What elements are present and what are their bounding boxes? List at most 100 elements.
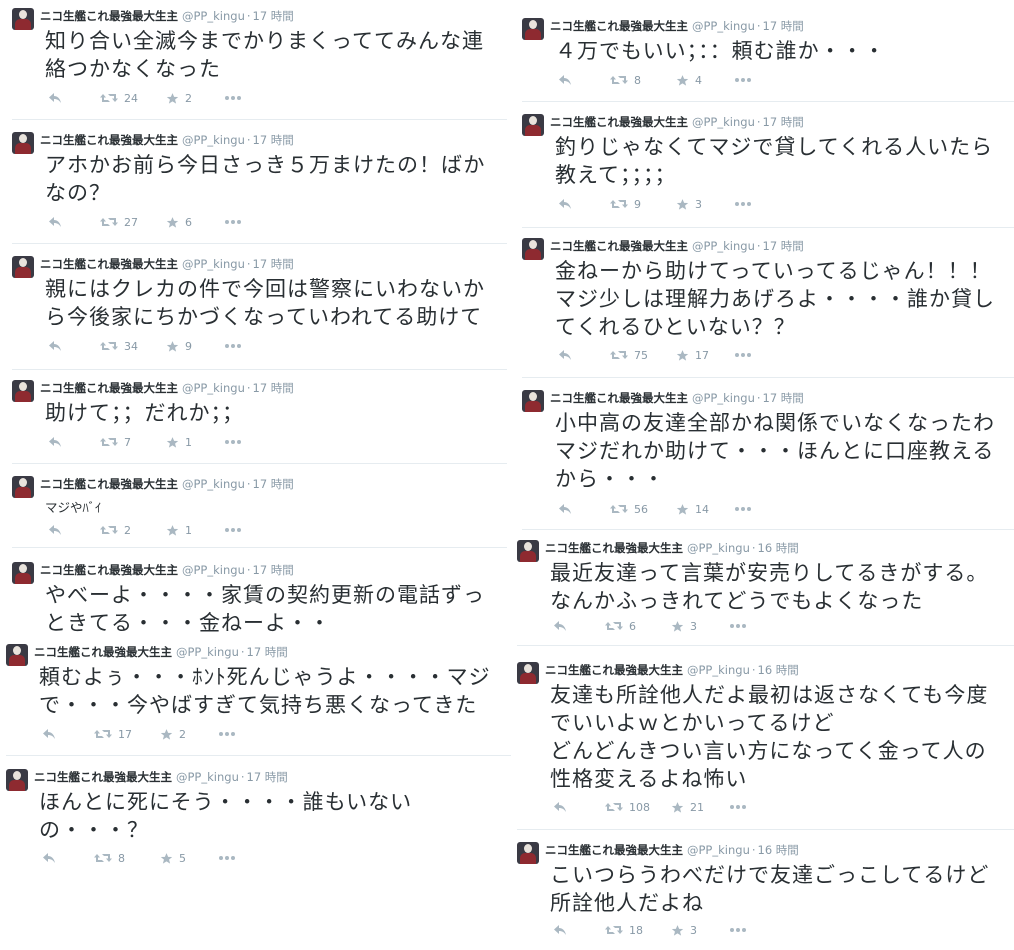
tweet[interactable]: ニコ生艦これ最強最大生主 @PP_kingu · 17 時間 ４万でもいい；：：頼む誰… [522,14,1014,102]
favorite-button[interactable]: 21 [671,799,704,815]
tweet[interactable]: ニコ生艦これ最強最大生主 @PP_kingu · 16 時間 最近友達って言葉が安売り… [517,536,1014,646]
tweet[interactable]: ニコ生艦これ最強最大生主 @PP_kingu · 17 時間 釣りじゃなくてマジで貸し… [522,110,1014,228]
user-name[interactable]: ニコ生艦これ最強最大生主 [545,663,683,677]
more-button[interactable] [734,196,752,212]
more-button[interactable] [224,338,242,354]
retweet-button[interactable]: 8 [610,72,641,88]
tweet-timestamp[interactable]: 17 時間 [253,9,294,23]
more-button[interactable] [224,434,242,450]
reply-button[interactable] [48,338,62,354]
user-handle[interactable]: @PP_kingu [182,381,245,395]
tweet-timestamp[interactable]: 17 時間 [763,391,804,405]
reply-button[interactable] [553,922,567,938]
user-name[interactable]: ニコ生艦これ最強最大生主 [550,239,688,253]
reply-button[interactable] [558,72,572,88]
avatar[interactable] [522,18,544,40]
favorite-button[interactable]: 5 [160,850,186,866]
retweet-button[interactable]: 56 [610,501,648,517]
reply-button[interactable] [558,501,572,517]
tweet[interactable]: ニコ生艦これ最強最大生主 @PP_kingu · 17 時間 親にはクレカの件で今回は… [12,252,507,370]
reply-button[interactable] [553,799,567,815]
user-name[interactable]: ニコ生艦これ最強最大生主 [40,477,178,491]
avatar[interactable] [522,390,544,412]
reply-button[interactable] [553,618,567,634]
avatar[interactable] [12,476,34,498]
tweet-timestamp[interactable]: 16 時間 [758,541,799,555]
user-name[interactable]: ニコ生艦これ最強最大生主 [40,381,178,395]
tweet[interactable]: ニコ生艦これ最強最大生主 @PP_kingu · 17 時間 小中高の友達全部かね関係… [522,386,1014,530]
favorite-button[interactable]: 2 [166,90,192,106]
tweet[interactable]: ニコ生艦これ最強最大生主 @PP_kingu · 17 時間 金ねーから助けてっていっ… [522,234,1014,378]
tweet[interactable]: ニコ生艦これ最強最大生主 @PP_kingu · 17 時間 頼むよぅ・・・ﾎﾝﾄ死ん… [6,640,511,756]
user-handle[interactable]: @PP_kingu [176,770,239,784]
user-handle[interactable]: @PP_kingu [687,843,750,857]
avatar[interactable] [12,256,34,278]
user-handle[interactable]: @PP_kingu [692,391,755,405]
more-button[interactable] [224,522,242,538]
more-button[interactable] [734,501,752,517]
tweet[interactable]: ニコ生艦これ最強最大生主 @PP_kingu · 17 時間 ほんとに死にそう・・・・… [6,765,511,885]
avatar[interactable] [522,238,544,260]
user-name[interactable]: ニコ生艦これ最強最大生主 [40,9,178,23]
tweet-timestamp[interactable]: 17 時間 [247,770,288,784]
avatar[interactable] [6,769,28,791]
tweet[interactable]: ニコ生艦これ最強最大生主 @PP_kingu · 17 時間 助けて；；だれか；； 7… [12,376,507,464]
favorite-button[interactable]: 9 [166,338,192,354]
more-button[interactable] [734,72,752,88]
user-handle[interactable]: @PP_kingu [176,645,239,659]
user-handle[interactable]: @PP_kingu [182,477,245,491]
tweet[interactable]: ニコ生艦これ最強最大生主 @PP_kingu · 16 時間 こいつらうわべだけで友達… [517,838,1014,950]
retweet-button[interactable]: 34 [100,338,138,354]
favorite-button[interactable]: 1 [166,522,192,538]
tweet-timestamp[interactable]: 17 時間 [247,645,288,659]
tweet-timestamp[interactable]: 17 時間 [253,133,294,147]
avatar[interactable] [12,380,34,402]
user-name[interactable]: ニコ生艦これ最強最大生主 [550,391,688,405]
user-handle[interactable]: @PP_kingu [692,19,755,33]
avatar[interactable] [522,114,544,136]
favorite-button[interactable]: 14 [676,501,709,517]
favorite-button[interactable]: 3 [671,922,697,938]
reply-button[interactable] [42,726,56,742]
user-handle[interactable]: @PP_kingu [182,9,245,23]
more-button[interactable] [218,726,236,742]
retweet-button[interactable]: 7 [100,434,131,450]
reply-button[interactable] [48,434,62,450]
tweet[interactable]: ニコ生艦これ最強最大生主 @PP_kingu · 17 時間 知り合い全滅今までかりま… [12,4,507,120]
reply-button[interactable] [558,196,572,212]
retweet-button[interactable]: 24 [100,90,138,106]
user-name[interactable]: ニコ生艦これ最強最大生主 [40,133,178,147]
tweet-timestamp[interactable]: 17 時間 [763,19,804,33]
favorite-button[interactable]: 4 [676,72,702,88]
user-name[interactable]: ニコ生艦これ最強最大生主 [545,843,683,857]
tweet[interactable]: ニコ生艦これ最強最大生主 @PP_kingu · 17 時間 マジやﾊﾞｲ 2 1 [12,472,507,548]
more-button[interactable] [218,850,236,866]
retweet-button[interactable]: 108 [605,799,650,815]
user-name[interactable]: ニコ生艦これ最強最大生主 [550,19,688,33]
favorite-button[interactable]: 3 [671,618,697,634]
more-button[interactable] [224,214,242,230]
more-button[interactable] [734,347,752,363]
more-button[interactable] [729,922,747,938]
user-handle[interactable]: @PP_kingu [182,257,245,271]
reply-button[interactable] [48,90,62,106]
retweet-button[interactable]: 75 [610,347,648,363]
avatar[interactable] [12,562,34,584]
favorite-button[interactable]: 17 [676,347,709,363]
favorite-button[interactable]: 1 [166,434,192,450]
tweet[interactable]: ニコ生艦これ最強最大生主 @PP_kingu · 16 時間 友達も所詮他人だよ最初は… [517,658,1014,830]
avatar[interactable] [517,662,539,684]
user-handle[interactable]: @PP_kingu [692,239,755,253]
avatar[interactable] [12,132,34,154]
more-button[interactable] [729,799,747,815]
user-name[interactable]: ニコ生艦これ最強最大生主 [34,770,172,784]
user-handle[interactable]: @PP_kingu [692,115,755,129]
tweet-timestamp[interactable]: 16 時間 [758,663,799,677]
tweet-timestamp[interactable]: 17 時間 [763,115,804,129]
user-name[interactable]: ニコ生艦これ最強最大生主 [34,645,172,659]
reply-button[interactable] [42,850,56,866]
more-button[interactable] [224,90,242,106]
avatar[interactable] [12,8,34,30]
tweet[interactable]: ニコ生艦これ最強最大生主 @PP_kingu · 17 時間 やべーよ・・・・家賃の契… [12,558,507,635]
favorite-button[interactable]: 6 [166,214,192,230]
